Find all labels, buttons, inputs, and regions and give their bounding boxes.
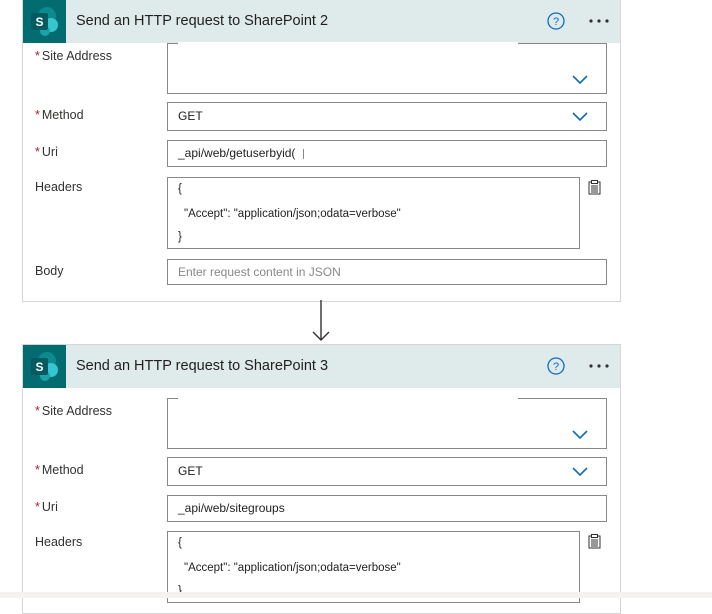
site-address-dropdown[interactable] [167, 42, 607, 94]
clipboard-icon[interactable] [586, 179, 602, 195]
uri-label: * Uri [35, 145, 58, 159]
headers-line-1: { [178, 183, 182, 195]
svg-text:?: ? [553, 361, 559, 373]
down-arrow-icon [312, 300, 330, 341]
site-address-label: * Site Address [35, 404, 113, 418]
svg-text:?: ? [553, 16, 559, 28]
method-dropdown[interactable]: GET [167, 102, 607, 131]
method-value: GET [178, 464, 203, 478]
site-address-dropdown[interactable] [167, 397, 607, 449]
headers-label: Headers [35, 180, 83, 194]
help-icon[interactable]: ? [547, 357, 565, 375]
headers-line-2: "Accept": "application/json;odata=verbos… [184, 208, 401, 220]
method-value: GET [178, 109, 203, 123]
body-input[interactable]: Enter request content in JSON [167, 259, 607, 285]
card-title: Send an HTTP request to SharePoint 2 [76, 13, 329, 29]
chevron-down-icon[interactable] [572, 75, 588, 85]
more-options-icon[interactable] [587, 7, 611, 35]
method-label: * Method [35, 108, 84, 122]
svg-text:S: S [35, 360, 43, 374]
sharepoint-icon: S [23, 0, 66, 43]
headers-input[interactable]: { "Accept": "application/json;odata=verb… [167, 177, 580, 249]
chevron-down-icon[interactable] [572, 430, 588, 440]
bottom-edge [0, 592, 712, 598]
action-card-sharepoint-3: S Send an HTTP request to SharePoint 3 ?… [22, 344, 621, 614]
more-options-icon[interactable] [587, 352, 611, 380]
uri-input[interactable]: _api/web/sitegroups [167, 495, 607, 522]
site-address-label: * Site Address [35, 49, 113, 63]
uri-value: _api/web/getuserbyid( [178, 146, 296, 160]
method-dropdown[interactable]: GET [167, 457, 607, 486]
method-label: * Method [35, 463, 84, 477]
clipboard-icon[interactable] [586, 533, 602, 549]
action-card-sharepoint-2: S Send an HTTP request to SharePoint 2 ?… [22, 0, 621, 302]
chevron-down-icon[interactable] [572, 112, 588, 122]
headers-line-1: { [178, 537, 182, 549]
headers-line-3: } [178, 231, 182, 243]
card-header[interactable]: S Send an HTTP request to SharePoint 3 ? [23, 345, 620, 388]
uri-input[interactable]: _api/web/getuserbyid( [167, 140, 607, 167]
card-title: Send an HTTP request to SharePoint 3 [76, 358, 329, 374]
body-placeholder: Enter request content in JSON [178, 265, 341, 279]
card-header[interactable]: S Send an HTTP request to SharePoint 2 ? [23, 0, 620, 43]
help-icon[interactable]: ? [547, 12, 565, 30]
sharepoint-icon: S [23, 345, 66, 388]
uri-label: * Uri [35, 500, 58, 514]
headers-label: Headers [35, 535, 83, 549]
chevron-down-icon[interactable] [572, 467, 588, 477]
body-label: Body [35, 264, 64, 278]
headers-line-2: "Accept": "application/json;odata=verbos… [184, 562, 401, 574]
uri-value: _api/web/sitegroups [178, 501, 285, 515]
svg-text:S: S [35, 15, 43, 29]
